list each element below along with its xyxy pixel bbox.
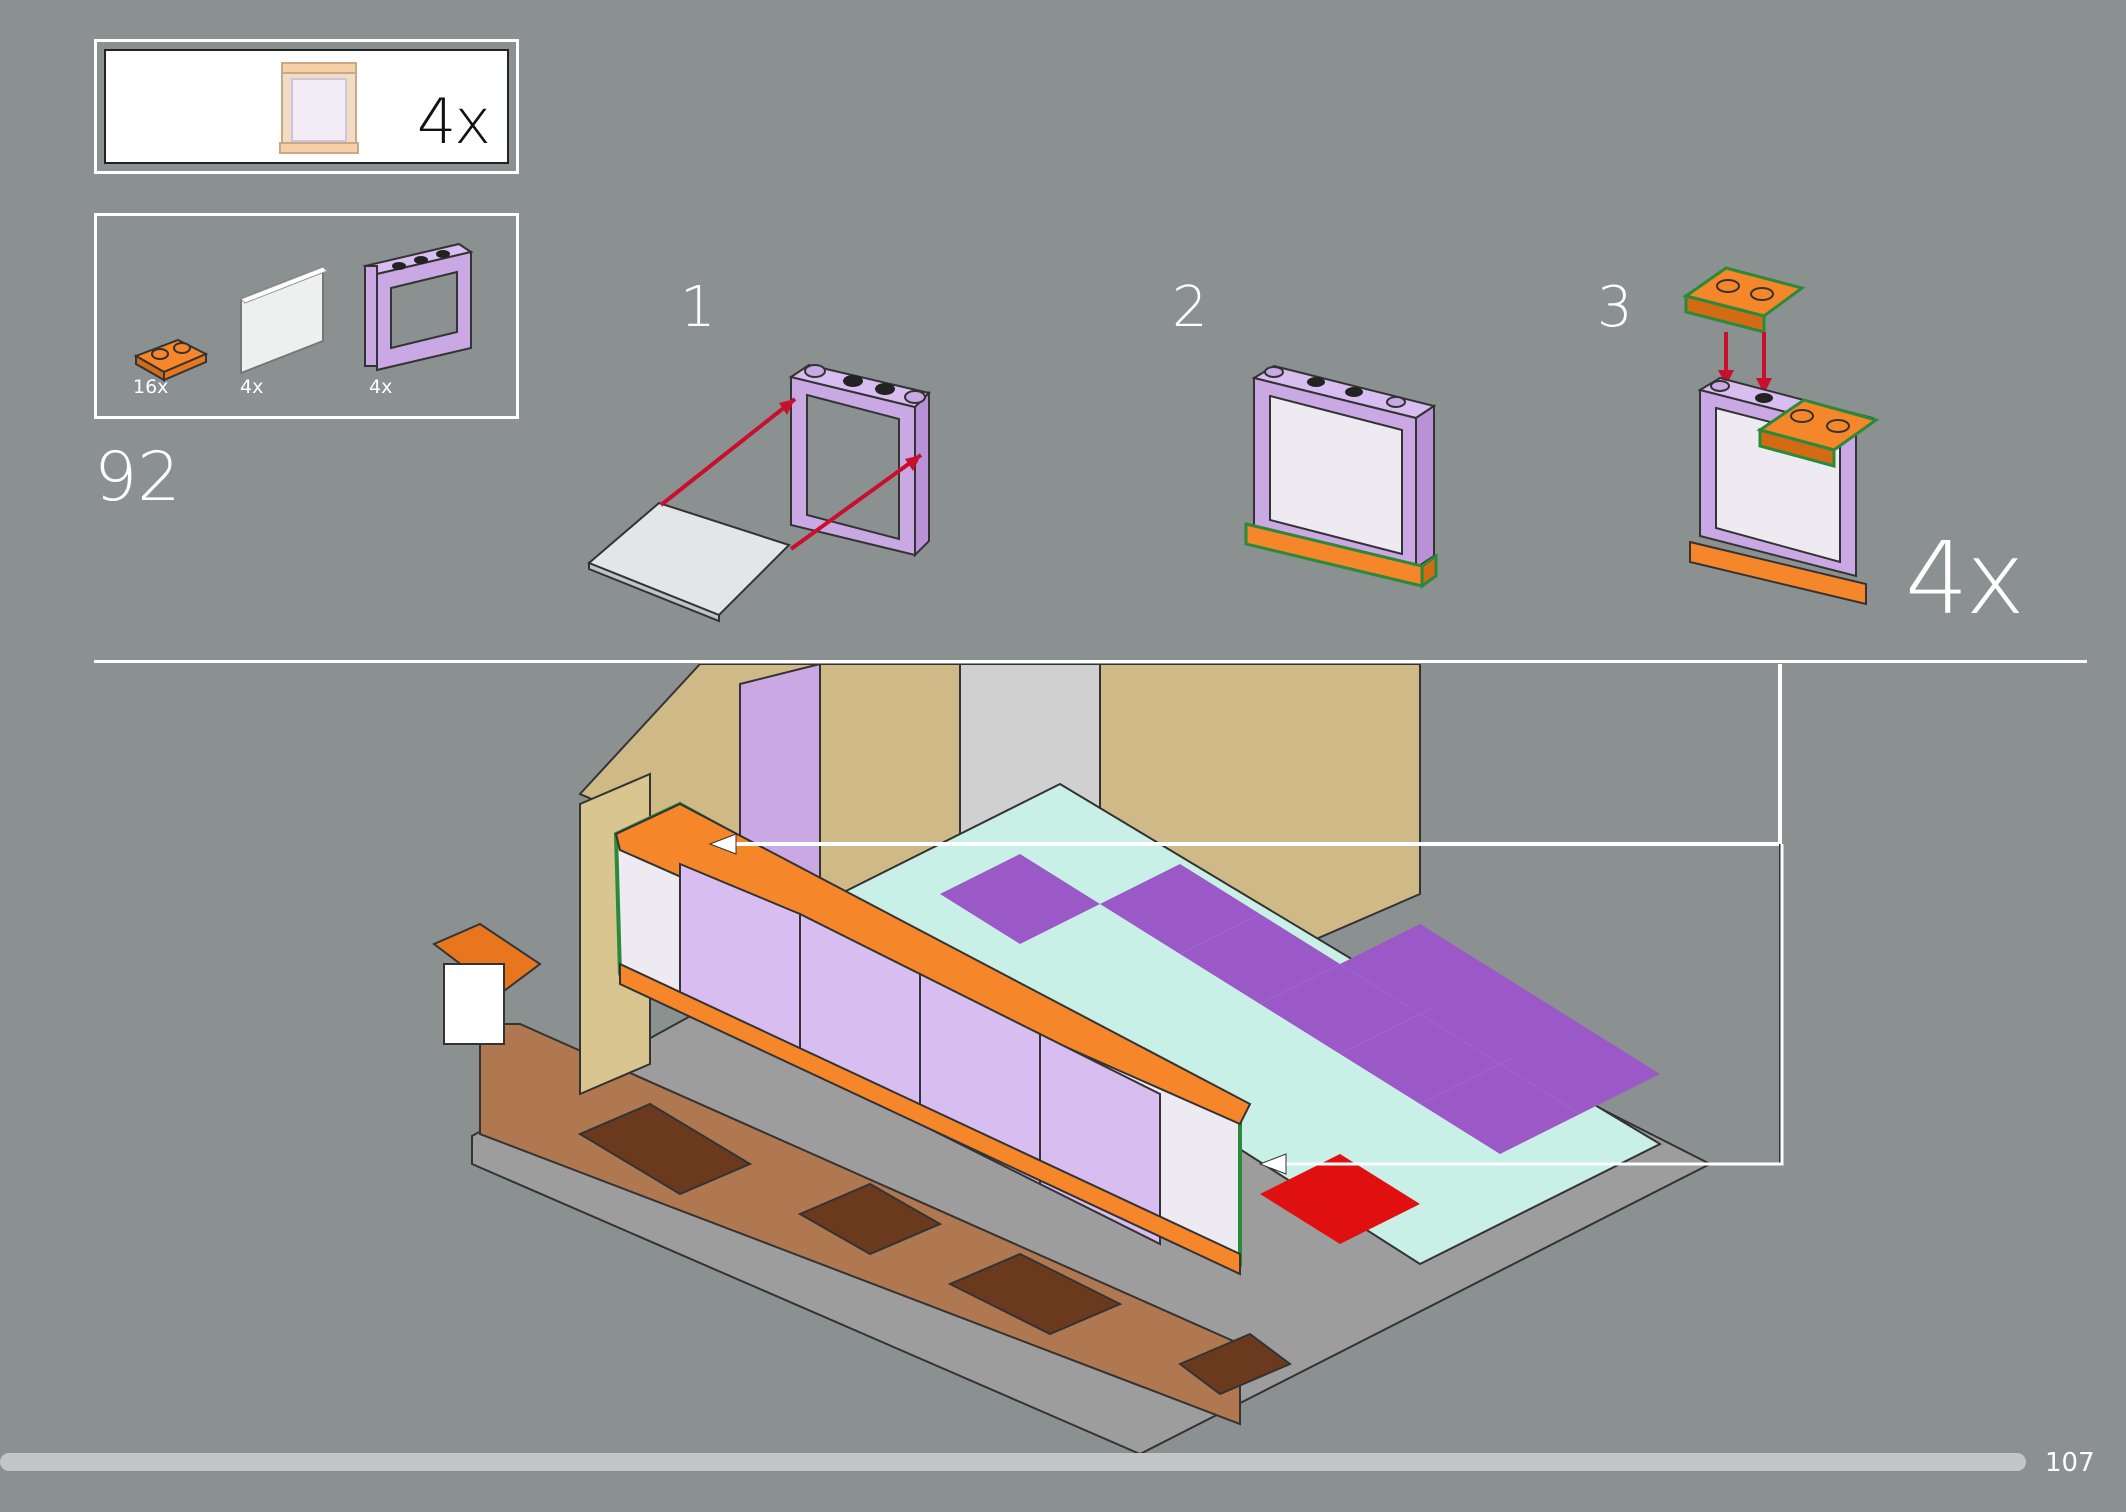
part-qty: 4x — [240, 376, 264, 398]
substep-number: 3 — [1597, 275, 1633, 340]
window-frame-icon — [362, 242, 474, 372]
window-assembly-icon — [279, 62, 359, 154]
substep-1-illustration — [587, 363, 931, 623]
page-number: 107 — [2045, 1448, 2095, 1478]
substep-number: 1 — [680, 275, 716, 340]
callout-panel: 4x — [104, 49, 509, 164]
window-glass-icon — [240, 265, 328, 375]
part-qty: 16x — [133, 376, 169, 398]
substep-2-illustration — [1244, 364, 1438, 589]
repeat-multiplier: 4x — [1905, 520, 2025, 637]
step-number: 92 — [94, 438, 181, 517]
callout-multiplier: 4x — [416, 85, 491, 158]
substep-number: 2 — [1172, 275, 1208, 340]
step-divider — [94, 660, 2087, 663]
subassembly-callout: 4x — [94, 39, 519, 174]
progress-bar — [0, 1453, 2026, 1471]
part-qty: 4x — [369, 376, 393, 398]
parts-list: 16x 4x 4x — [94, 213, 519, 419]
main-build-illustration — [432, 664, 1784, 1454]
substep-3-illustration — [1682, 266, 1880, 606]
